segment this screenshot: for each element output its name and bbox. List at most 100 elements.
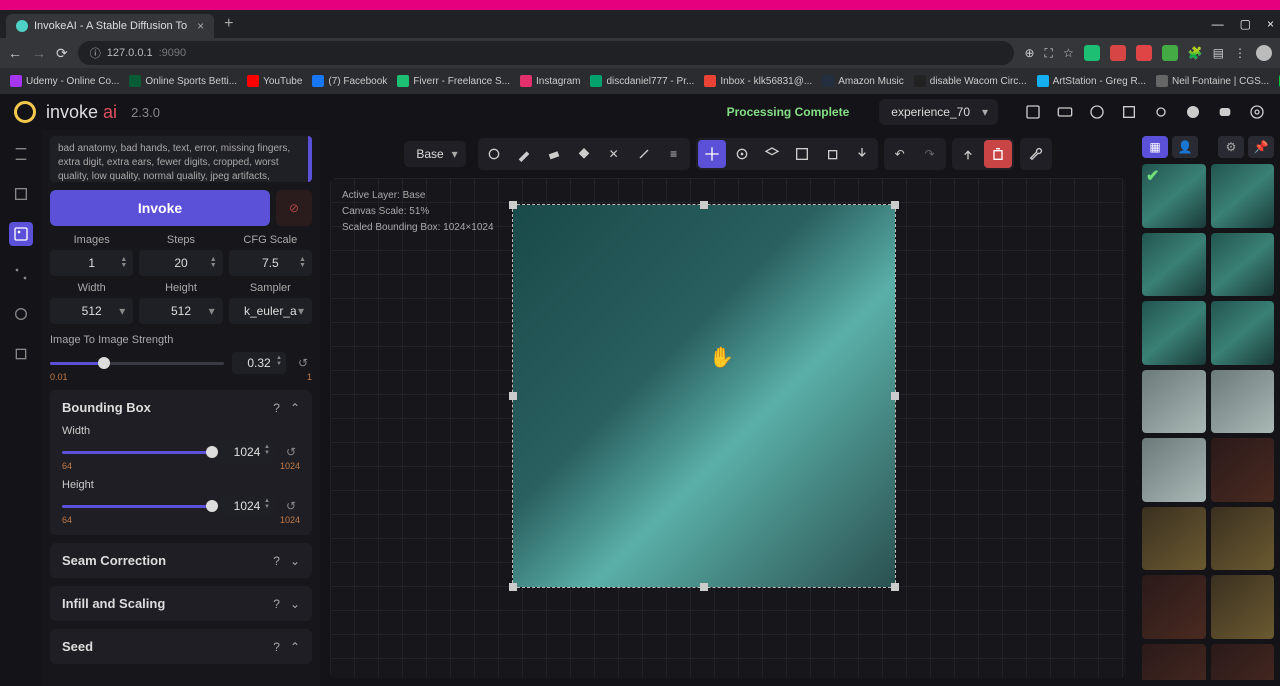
gallery-icon[interactable] (1024, 103, 1042, 121)
bookmark-item[interactable]: YouTube (247, 75, 302, 87)
bookmark-item[interactable]: Inbox - klk56831@... (704, 75, 812, 87)
resize-handle-mr[interactable] (891, 392, 899, 400)
invoke-button[interactable]: Invoke (50, 190, 270, 226)
ext-2-icon[interactable] (1110, 45, 1126, 61)
images-stepper[interactable]: 1▲▼ (50, 250, 133, 276)
gallery-thumb[interactable] (1211, 164, 1275, 228)
sampler-select[interactable]: k_euler_a (229, 298, 312, 324)
fill-icon[interactable] (570, 140, 598, 168)
reset-view-icon[interactable] (728, 140, 756, 168)
gallery-thumb[interactable] (1211, 370, 1275, 434)
profile-avatar-icon[interactable] (1256, 45, 1272, 61)
help-icon[interactable]: ? (273, 640, 280, 654)
delete-icon[interactable] (984, 140, 1012, 168)
download-icon[interactable] (848, 140, 876, 168)
rail-postprocess-icon[interactable] (9, 302, 33, 326)
resize-handle-bm[interactable] (700, 583, 708, 591)
gallery-thumb[interactable] (1142, 507, 1206, 571)
window-close-icon[interactable]: × (1267, 17, 1274, 31)
bookmark-item[interactable]: Udemy - Online Co... (10, 75, 119, 87)
rail-canvas-icon[interactable] (9, 222, 33, 246)
undo-icon[interactable]: ↶ (886, 140, 914, 168)
gallery-thumb[interactable] (1142, 164, 1206, 228)
keyboard-icon[interactable] (1056, 103, 1074, 121)
help-icon[interactable]: ? (273, 401, 280, 415)
gallery-thumb[interactable] (1211, 507, 1275, 571)
gallery-thumb[interactable] (1211, 438, 1275, 502)
gallery-thumb[interactable] (1142, 301, 1206, 365)
gallery-pin-icon[interactable]: 📌 (1248, 136, 1274, 158)
mask-icon[interactable] (480, 140, 508, 168)
ext-4-icon[interactable] (1162, 45, 1178, 61)
bounding-box[interactable]: ✋ (512, 204, 896, 588)
height-select[interactable]: 512 (139, 298, 222, 324)
redo-icon[interactable]: ↷ (916, 140, 944, 168)
nav-back-icon[interactable]: ← (8, 45, 22, 61)
gallery-thumb[interactable] (1142, 644, 1206, 681)
bookmark-item[interactable]: Neil Fontaine | CGS... (1156, 75, 1269, 87)
i2i-strength-value[interactable]: 0.32▲▼ (232, 352, 286, 374)
save-icon[interactable] (788, 140, 816, 168)
window-minimize-icon[interactable]: — (1212, 17, 1224, 31)
bbox-height-slider[interactable] (62, 496, 212, 516)
bookmark-item[interactable]: discdaniel777 - Pr... (590, 75, 694, 87)
browser-tab[interactable]: InvokeAI - A Stable Diffusion To × (6, 14, 214, 38)
new-tab-button[interactable]: + (224, 15, 233, 33)
settings-gear-icon[interactable] (1248, 103, 1266, 121)
bbox-height-reset-icon[interactable]: ↺ (282, 499, 300, 513)
help-icon[interactable]: ? (273, 597, 280, 611)
layers-icon[interactable] (758, 140, 786, 168)
ext-1-icon[interactable] (1084, 45, 1100, 61)
gallery-thumb[interactable] (1142, 575, 1206, 639)
language-icon[interactable] (1120, 103, 1138, 121)
resize-handle-tl[interactable] (509, 201, 517, 209)
eraser-icon[interactable] (540, 140, 568, 168)
cfg-stepper[interactable]: 7.5▲▼ (229, 250, 312, 276)
translate-icon[interactable]: ⛶ (1045, 46, 1053, 61)
layer-select[interactable]: Base (404, 141, 465, 167)
seed-section[interactable]: Seed?⌃ (50, 629, 312, 664)
copy-icon[interactable] (818, 140, 846, 168)
palette-icon[interactable] (1088, 103, 1106, 121)
bookmark-item[interactable]: (7) Facebook (312, 75, 387, 87)
bbox-width-reset-icon[interactable]: ↺ (282, 445, 300, 459)
gallery-thumb[interactable] (1211, 575, 1275, 639)
menu-dots-icon[interactable]: ⋮ (1234, 46, 1246, 60)
cancel-button[interactable]: ⊘ (276, 190, 312, 226)
gallery-thumb[interactable] (1142, 438, 1206, 502)
chevron-up-icon[interactable]: ⌃ (290, 401, 300, 415)
resize-handle-bl[interactable] (509, 583, 517, 591)
seam-correction-section[interactable]: Seam Correction?⌄ (50, 543, 312, 578)
bookmark-item[interactable]: Amazon Music (822, 75, 904, 87)
bug-icon[interactable] (1152, 103, 1170, 121)
bbox-height-value[interactable]: 1024▲▼ (220, 495, 274, 517)
canvas-viewport[interactable]: Active Layer: Base Canvas Scale: 51% Sca… (330, 178, 1126, 678)
gallery-thumb[interactable] (1142, 233, 1206, 297)
bookmark-item[interactable]: disable Wacom Circ... (914, 75, 1027, 87)
bookmark-item[interactable]: ArtStation - Greg R... (1037, 75, 1146, 87)
bbox-width-slider[interactable] (62, 442, 212, 462)
url-input[interactable]: ⓘ 127.0.0.1:9090 (78, 41, 1015, 65)
rail-img2img-icon[interactable] (9, 182, 33, 206)
gallery-thumb[interactable] (1211, 644, 1275, 681)
eyedropper-icon[interactable] (630, 140, 658, 168)
gallery-thumb[interactable] (1211, 301, 1275, 365)
width-select[interactable]: 512 (50, 298, 133, 324)
chevron-down-icon[interactable]: ⌄ (290, 597, 300, 611)
bookmark-item[interactable]: Online Sports Betti... (129, 75, 237, 87)
gallery-thumb[interactable] (1142, 370, 1206, 434)
brush-icon[interactable] (510, 140, 538, 168)
i2i-reset-icon[interactable]: ↺ (294, 356, 312, 370)
window-maximize-icon[interactable]: ▢ (1240, 17, 1251, 31)
gallery-settings-icon[interactable]: ⚙ (1218, 136, 1244, 158)
chevron-down-icon[interactable]: ⌄ (290, 554, 300, 568)
resize-handle-tr[interactable] (891, 201, 899, 209)
rail-training-icon[interactable] (9, 342, 33, 366)
extensions-icon[interactable]: 🧩 (1188, 46, 1203, 60)
move-tool-icon[interactable] (698, 140, 726, 168)
wrench-icon[interactable] (1022, 140, 1050, 168)
discord-icon[interactable] (1216, 103, 1234, 121)
rail-nodes-icon[interactable] (9, 262, 33, 286)
steps-stepper[interactable]: 20▲▼ (139, 250, 222, 276)
github-icon[interactable] (1184, 103, 1202, 121)
